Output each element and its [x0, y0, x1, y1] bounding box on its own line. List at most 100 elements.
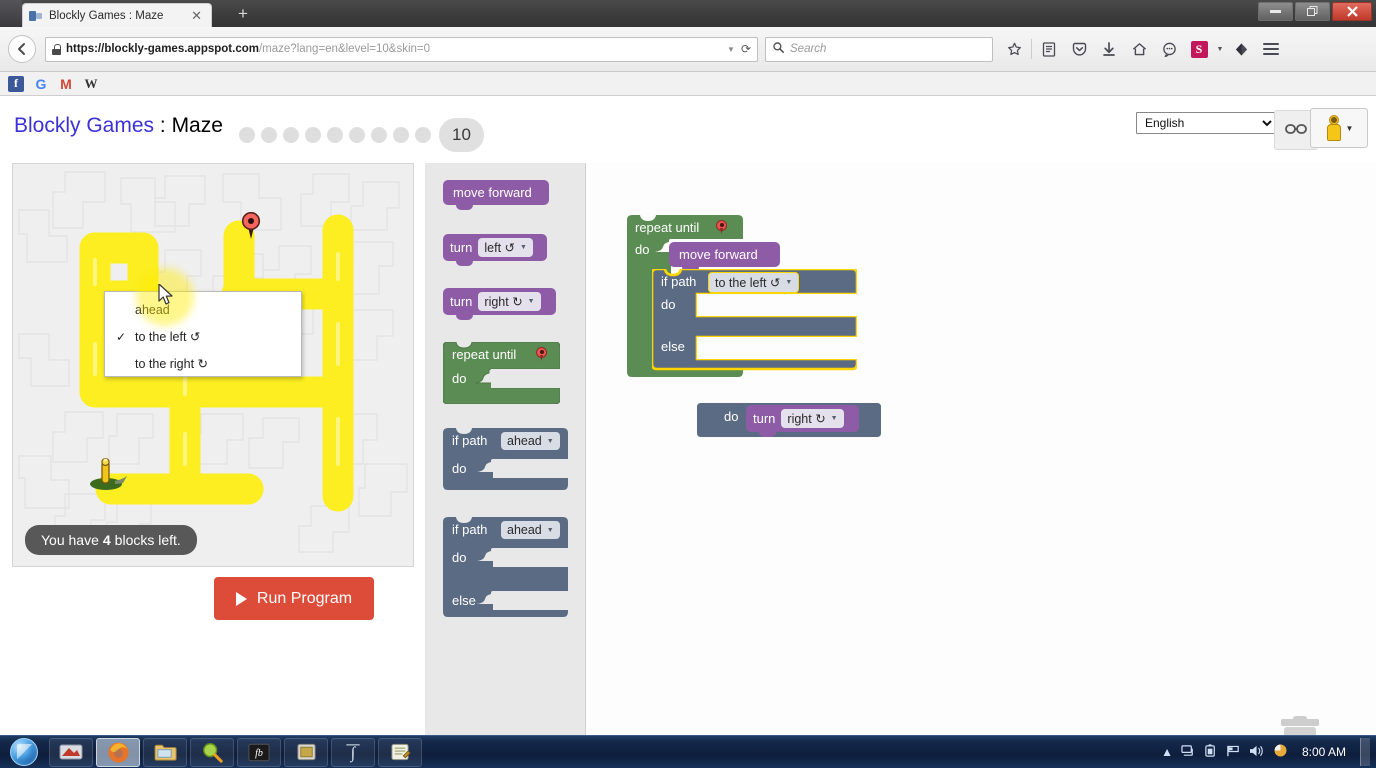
google-bookmark-icon[interactable]: G: [33, 76, 49, 92]
taskbar-clock[interactable]: 8:00 AM: [1302, 745, 1346, 759]
minimize-button[interactable]: [1258, 2, 1293, 21]
reader-icon[interactable]: [1034, 35, 1064, 63]
taskbar-fb-icon[interactable]: fb: [237, 737, 281, 767]
toolbox-turn-right-block[interactable]: turn right ↻ ▼: [443, 288, 556, 320]
sync-icon[interactable]: [1226, 35, 1256, 63]
level-dot-3[interactable]: [283, 127, 299, 143]
pegman-marker-icon: [90, 457, 127, 490]
back-button[interactable]: [8, 35, 36, 63]
link-icon: [1285, 123, 1307, 138]
program-turn-field[interactable]: right ↻ ▼: [781, 409, 844, 428]
browser-tab[interactable]: Blockly Games : Maze ✕: [22, 3, 212, 27]
toolbox-repeat-until-block[interactable]: repeat until do: [442, 341, 561, 407]
facebook-bookmark-icon[interactable]: f: [8, 75, 24, 92]
dropdown-option-ahead[interactable]: ahead: [105, 296, 301, 323]
blocks-left-count: 4: [102, 532, 111, 548]
s-extension-icon[interactable]: S: [1184, 35, 1214, 63]
update-icon[interactable]: [1273, 743, 1288, 761]
level-dot-8[interactable]: [393, 127, 409, 143]
blockly-workspace[interactable]: repeat until do move forward if path to …: [586, 163, 1376, 735]
page-title: Blockly Games : Maze: [14, 114, 223, 138]
map-pin-icon: [716, 220, 727, 234]
skin-select-button[interactable]: ▼: [1310, 108, 1368, 148]
trash-icon[interactable]: [1279, 715, 1321, 735]
toolbox-if-path-else-block[interactable]: if path ahead ▼ do else: [443, 517, 568, 620]
chevron-down-icon[interactable]: ▼: [1214, 46, 1226, 53]
toolbox-turn-left-field[interactable]: left ↺ ▼: [478, 238, 533, 257]
browser-window: Blockly Games : Maze ✕ + https://blockly…: [0, 0, 1376, 735]
chevron-down-icon: ▼: [520, 244, 527, 251]
taskbar-editor-icon[interactable]: [378, 737, 422, 767]
level-dot-7[interactable]: [371, 127, 387, 143]
home-icon[interactable]: [1124, 35, 1154, 63]
download-icon[interactable]: [1094, 35, 1124, 63]
program-move-forward-block[interactable]: move forward: [669, 242, 780, 272]
brand-link[interactable]: Blockly Games: [14, 114, 154, 137]
field-dropdown-menu[interactable]: ahead ✓ to the left ↺ to the right ↻: [104, 291, 302, 377]
taskbar-math-icon[interactable]: ∫: [331, 737, 375, 767]
toolbox-turn-left-block[interactable]: turn left ↺ ▼: [443, 234, 547, 266]
taskbar-notes-icon[interactable]: [284, 737, 328, 767]
program-if-path-block[interactable]: if path to the left ↺ ▼ do else: [650, 267, 859, 377]
show-hidden-icons-icon[interactable]: ▲: [1161, 745, 1173, 759]
title-separator: :: [154, 114, 172, 137]
flag-icon[interactable]: [1226, 744, 1241, 761]
blockly-icon: [29, 10, 43, 22]
gmail-bookmark-icon[interactable]: M: [58, 76, 74, 92]
close-window-button[interactable]: [1332, 2, 1372, 21]
toolbox-if-path-field[interactable]: ahead ▼: [501, 432, 560, 450]
blockly-toolbox[interactable]: move forward turn left ↺ ▼ turn right ↻ …: [425, 163, 586, 735]
search-bar[interactable]: Search: [765, 36, 993, 62]
show-desktop-button[interactable]: [1360, 738, 1370, 766]
program-turn-right-block[interactable]: turn right ↻ ▼: [746, 405, 859, 437]
toolbox-move-forward-block[interactable]: move forward: [443, 180, 549, 210]
battery-icon[interactable]: [1204, 743, 1218, 761]
start-button[interactable]: [2, 737, 46, 768]
svg-text:∫: ∫: [350, 744, 357, 763]
program-if-do-label: do: [661, 297, 676, 312]
language-select[interactable]: English: [1136, 112, 1276, 134]
level-dot-4[interactable]: [305, 127, 321, 143]
level-dot-2[interactable]: [261, 127, 277, 143]
program-move-forward-label: move forward: [679, 247, 758, 262]
url-bar[interactable]: https://blockly-games.appspot.com/maze?l…: [45, 36, 758, 62]
new-tab-button[interactable]: +: [238, 5, 248, 22]
level-dot-5[interactable]: [327, 127, 343, 143]
network-icon[interactable]: [1181, 744, 1196, 761]
wikipedia-bookmark-icon[interactable]: W: [83, 76, 99, 92]
restore-button[interactable]: [1295, 2, 1330, 21]
reload-icon[interactable]: ⟳: [741, 42, 751, 56]
program-turn-value: right ↻: [787, 412, 826, 426]
run-program-label: Run Program: [256, 589, 353, 607]
level-current-badge[interactable]: 10: [439, 118, 484, 152]
chevron-down-icon: ▼: [785, 279, 793, 286]
chat-icon[interactable]: [1154, 35, 1184, 63]
dropdown-option-to-the-left[interactable]: ✓ to the left ↺: [105, 323, 301, 350]
toolbox-if-else-path-field[interactable]: ahead ▼: [501, 521, 560, 539]
maze-message-prefix: You have: [41, 532, 99, 548]
dropdown-option-to-the-right[interactable]: to the right ↻: [105, 350, 301, 377]
level-dot-6[interactable]: [349, 127, 365, 143]
toolbox-if-path-field-value: ahead: [507, 434, 542, 448]
star-icon[interactable]: [999, 35, 1029, 63]
taskbar-media-icon[interactable]: [49, 737, 93, 767]
program-turn-label: turn: [753, 411, 776, 426]
volume-icon[interactable]: [1249, 744, 1265, 761]
close-icon[interactable]: ✕: [188, 9, 205, 22]
menu-icon[interactable]: [1256, 35, 1286, 63]
toolbox-repeat-label: repeat until: [452, 347, 517, 362]
taskbar-folder-icon[interactable]: [143, 737, 187, 767]
chevron-down-icon[interactable]: ▼: [727, 45, 735, 54]
run-program-button[interactable]: Run Program: [214, 577, 374, 620]
toolbox-turn-right-field[interactable]: right ↻ ▼: [478, 292, 541, 311]
taskbar-search-icon[interactable]: [190, 737, 234, 767]
lock-icon: [52, 43, 61, 55]
maze-status-message: You have 4 blocks left.: [25, 525, 197, 555]
level-dot-9[interactable]: [415, 127, 431, 143]
level-dot-1[interactable]: [239, 127, 255, 143]
toolbox-if-path-block[interactable]: if path ahead ▼ do: [443, 428, 568, 493]
program-if-path-dropdown-field[interactable]: to the left ↺ ▼: [708, 272, 800, 293]
tab-title: Blockly Games : Maze: [49, 9, 164, 22]
taskbar-firefox-icon[interactable]: [96, 737, 140, 767]
pocket-icon[interactable]: [1064, 35, 1094, 63]
